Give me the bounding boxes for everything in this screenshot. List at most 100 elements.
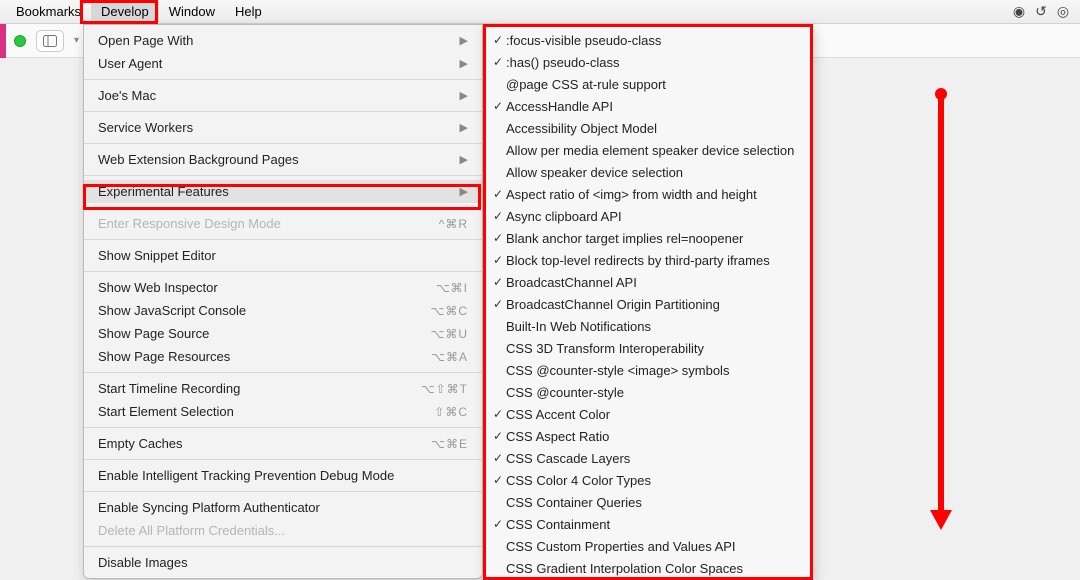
experimental-feature-item[interactable]: CSS 3D Transform Interoperability [484, 337, 812, 359]
menu-separator [84, 372, 482, 373]
menu-bookmarks[interactable]: Bookmarks [6, 1, 91, 22]
experimental-feature-item[interactable]: ✓AccessHandle API [484, 95, 812, 117]
menu-separator [84, 175, 482, 176]
experimental-feature-item[interactable]: ✓Async clipboard API [484, 205, 812, 227]
feature-label: CSS Aspect Ratio [506, 429, 802, 444]
develop-menu-item[interactable]: Web Extension Background Pages▶ [84, 148, 482, 171]
experimental-feature-item[interactable]: CSS Gradient Interpolation Color Spaces [484, 557, 812, 579]
annotation-scroll-arrow [930, 90, 952, 530]
experimental-feature-item[interactable]: ✓CSS Containment [484, 513, 812, 535]
feature-label: CSS Color 4 Color Types [506, 473, 802, 488]
menu-item-label: Enter Responsive Design Mode [98, 216, 439, 231]
history-icon[interactable]: ↺ [1030, 3, 1052, 20]
feature-label: Allow speaker device selection [506, 165, 802, 180]
chevron-right-icon: ▶ [460, 34, 468, 47]
experimental-feature-item[interactable]: ✓Aspect ratio of <img> from width and he… [484, 183, 812, 205]
menu-item-label: Disable Images [98, 555, 468, 570]
experimental-feature-item[interactable]: ✓CSS Aspect Ratio [484, 425, 812, 447]
feature-label: :focus-visible pseudo-class [506, 33, 802, 48]
develop-menu-item[interactable]: Service Workers▶ [84, 116, 482, 139]
experimental-feature-item[interactable]: CSS @counter-style <image> symbols [484, 359, 812, 381]
experimental-feature-item[interactable]: ✓Blank anchor target implies rel=noopene… [484, 227, 812, 249]
feature-label: Accessibility Object Model [506, 121, 802, 136]
grammarly-icon[interactable]: ◉ [1008, 3, 1030, 20]
develop-menu-item[interactable]: Show Web Inspector⌥⌘I [84, 276, 482, 299]
experimental-feature-item[interactable]: ✓CSS Accent Color [484, 403, 812, 425]
develop-menu-item[interactable]: Show Page Resources⌥⌘A [84, 345, 482, 368]
checkmark-icon: ✓ [490, 451, 506, 465]
checkmark-icon: ✓ [490, 55, 506, 69]
menu-separator [84, 427, 482, 428]
menu-item-label: Start Element Selection [98, 404, 434, 419]
feature-label: @page CSS at-rule support [506, 77, 802, 92]
checkmark-icon: ✓ [490, 275, 506, 289]
develop-menu-item[interactable]: Disable Images [84, 551, 482, 574]
experimental-feature-item[interactable]: CSS Custom Properties and Values API [484, 535, 812, 557]
menu-item-label: Enable Intelligent Tracking Prevention D… [98, 468, 468, 483]
chevron-down-icon[interactable]: ▾ [74, 35, 79, 46]
experimental-feature-item[interactable]: ✓Block top-level redirects by third-part… [484, 249, 812, 271]
develop-menu-item[interactable]: Experimental Features▶ [84, 180, 482, 203]
experimental-feature-item[interactable]: ✓:has() pseudo-class [484, 51, 812, 73]
experimental-feature-item[interactable]: Accessibility Object Model [484, 117, 812, 139]
menu-separator [84, 459, 482, 460]
sidebar-icon [43, 35, 57, 47]
menu-item-shortcut: ⌥⌘I [436, 281, 468, 295]
feature-label: CSS Container Queries [506, 495, 802, 510]
menu-separator [84, 491, 482, 492]
menu-separator [84, 207, 482, 208]
sidebar-toggle-button[interactable] [36, 30, 64, 52]
develop-menu-item[interactable]: Show Page Source⌥⌘U [84, 322, 482, 345]
develop-menu-item[interactable]: Show JavaScript Console⌥⌘C [84, 299, 482, 322]
menu-separator [84, 111, 482, 112]
feature-label: Built-In Web Notifications [506, 319, 802, 334]
menu-separator [84, 546, 482, 547]
menu-item-label: Delete All Platform Credentials... [98, 523, 468, 538]
develop-menu-item[interactable]: Open Page With▶ [84, 29, 482, 52]
experimental-feature-item[interactable]: Allow per media element speaker device s… [484, 139, 812, 161]
checkmark-icon: ✓ [490, 231, 506, 245]
account-icon[interactable]: ◎ [1052, 3, 1074, 20]
experimental-feature-item[interactable]: Built-In Web Notifications [484, 315, 812, 337]
menu-item-label: Experimental Features [98, 184, 460, 199]
feature-label: :has() pseudo-class [506, 55, 802, 70]
experimental-feature-item[interactable]: ✓BroadcastChannel API [484, 271, 812, 293]
develop-menu-item[interactable]: Enable Syncing Platform Authenticator [84, 496, 482, 519]
develop-menu-item[interactable]: Empty Caches⌥⌘E [84, 432, 482, 455]
menu-help[interactable]: Help [225, 1, 272, 22]
develop-dropdown: Open Page With▶User Agent▶Joe's Mac▶Serv… [83, 24, 483, 579]
develop-menu-item[interactable]: Joe's Mac▶ [84, 84, 482, 107]
experimental-feature-item[interactable]: Allow speaker device selection [484, 161, 812, 183]
experimental-feature-item[interactable]: ✓BroadcastChannel Origin Partitioning [484, 293, 812, 315]
experimental-feature-item[interactable]: CSS @counter-style [484, 381, 812, 403]
menu-develop[interactable]: Develop [91, 1, 159, 22]
develop-menu-item[interactable]: User Agent▶ [84, 52, 482, 75]
feature-label: CSS 3D Transform Interoperability [506, 341, 802, 356]
menu-item-label: Joe's Mac [98, 88, 460, 103]
develop-menu-item[interactable]: Enable Intelligent Tracking Prevention D… [84, 464, 482, 487]
develop-menu-item[interactable]: Start Timeline Recording⌥⇧⌘T [84, 377, 482, 400]
menubar: Bookmarks Develop Window Help ◉ ↺ ◎ [0, 0, 1080, 24]
feature-label: AccessHandle API [506, 99, 802, 114]
feature-label: Blank anchor target implies rel=noopener [506, 231, 802, 246]
experimental-feature-item[interactable]: @page CSS at-rule support [484, 73, 812, 95]
experimental-feature-item[interactable]: ✓CSS Cascade Layers [484, 447, 812, 469]
develop-menu-item[interactable]: Show Snippet Editor [84, 244, 482, 267]
feature-label: CSS @counter-style [506, 385, 802, 400]
feature-label: CSS Custom Properties and Values API [506, 539, 802, 554]
develop-menu-item: Enter Responsive Design Mode^⌘R [84, 212, 482, 235]
experimental-feature-item[interactable]: ✓CSS Color 4 Color Types [484, 469, 812, 491]
menu-item-label: Show Page Resources [98, 349, 431, 364]
experimental-feature-item[interactable]: CSS Container Queries [484, 491, 812, 513]
develop-menu-item[interactable]: Start Element Selection⇧⌘C [84, 400, 482, 423]
feature-label: Aspect ratio of <img> from width and hei… [506, 187, 802, 202]
menu-separator [84, 79, 482, 80]
menu-item-shortcut: ⌥⇧⌘T [421, 382, 468, 396]
feature-label: CSS Gradient Interpolation Color Spaces [506, 561, 802, 576]
menu-item-label: Open Page With [98, 33, 460, 48]
checkmark-icon: ✓ [490, 473, 506, 487]
menu-window[interactable]: Window [159, 1, 225, 22]
checkmark-icon: ✓ [490, 297, 506, 311]
experimental-feature-item[interactable]: ✓:focus-visible pseudo-class [484, 29, 812, 51]
traffic-light-green[interactable] [14, 35, 26, 47]
